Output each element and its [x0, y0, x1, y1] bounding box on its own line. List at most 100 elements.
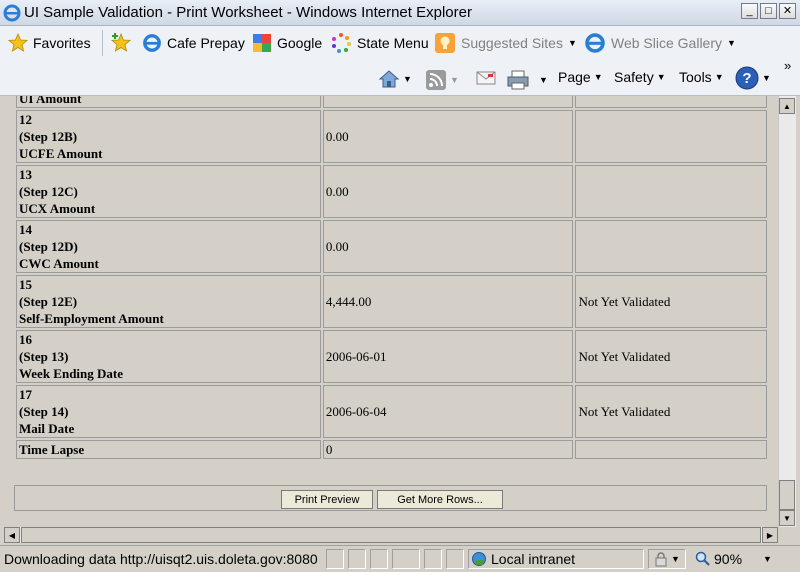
protected-mode-button[interactable]: ▼: [648, 549, 686, 569]
print-button[interactable]: ▼: [506, 69, 548, 91]
row-label-line: Self-Employment Amount: [19, 311, 164, 326]
chevron-down-icon: ▼: [539, 75, 548, 85]
row-label-line: 12: [19, 112, 32, 127]
row-label-line: UCFE Amount: [19, 146, 103, 161]
zoom-level: 90%: [714, 551, 743, 567]
page-menu[interactable]: Page ▼: [558, 69, 603, 85]
fav-link-state-menu[interactable]: State Menu: [330, 33, 429, 53]
fav-link-web-slice-gallery[interactable]: Web Slice Gallery ▼: [584, 33, 736, 53]
google-icon: [253, 34, 271, 52]
chevron-down-icon: ▼: [763, 554, 772, 564]
row-label-cell: 17 (Step 14) Mail Date: [16, 385, 321, 438]
safety-menu[interactable]: Safety ▼: [614, 69, 666, 85]
row-label-line: UCX Amount: [19, 201, 96, 216]
row-label-line: (Step 12D): [19, 239, 78, 254]
favorites-button[interactable]: Favorites: [8, 33, 91, 53]
chevron-down-icon: ▼: [714, 72, 724, 82]
add-favorite-button[interactable]: [110, 33, 132, 53]
table-row: 15 (Step 12E) Self-Employment Amount 4,444.…: [16, 275, 767, 328]
horizontal-scroll-thumb[interactable]: [21, 527, 761, 543]
favorites-bar: Favorites Cafe Prepay Google State Menu: [0, 26, 800, 60]
feeds-button[interactable]: ▼: [425, 69, 459, 91]
tools-menu[interactable]: Tools ▼: [679, 69, 724, 85]
overflow-chevron-icon[interactable]: »: [784, 58, 791, 73]
row-label-line: (Step 13): [19, 349, 69, 364]
zoom-magnifier-icon: [695, 551, 710, 566]
row-value-cell: 2006-06-04: [322, 385, 574, 438]
fav-link-cafe-prepay[interactable]: Cafe Prepay: [142, 33, 245, 53]
vertical-scrollbar[interactable]: ▲ ▼: [778, 96, 796, 527]
home-icon: [378, 70, 400, 88]
status-bar: Downloading data http://uisqt2.uis.dolet…: [0, 545, 800, 572]
row-label-line: CWC Amount: [19, 256, 99, 271]
fav-link-google[interactable]: Google: [252, 33, 322, 53]
fav-link-suggested-sites[interactable]: Suggested Sites ▼: [434, 33, 577, 53]
safety-menu-label: Safety: [614, 69, 654, 85]
row-value-cell: 0: [322, 440, 574, 459]
row-status-cell: [575, 110, 767, 163]
chevron-down-icon: ▼: [656, 72, 666, 82]
get-more-rows-button[interactable]: Get More Rows...: [377, 490, 503, 509]
scroll-left-button[interactable]: ◀: [4, 527, 20, 543]
row-value-cell: 0.00: [322, 110, 574, 163]
row-label-line: 13: [19, 167, 32, 182]
button-row: Print Preview Get More Rows...: [14, 485, 767, 511]
fav-link-label: Suggested Sites: [461, 35, 563, 51]
row-label-line: 15: [19, 277, 32, 292]
fav-link-label: Google: [277, 35, 323, 51]
suggested-sites-icon: [435, 33, 455, 53]
row-label-line: (Step 12C): [19, 184, 78, 199]
table-row: 13 (Step 12C) UCX Amount 0.00: [16, 165, 767, 218]
security-zone[interactable]: Local intranet: [468, 549, 644, 569]
row-status-cell: Not Yet Validated: [575, 330, 767, 383]
close-button[interactable]: ✕: [779, 3, 796, 19]
row-label-cell: 16 (Step 13) Week Ending Date: [16, 330, 321, 383]
print-preview-button[interactable]: Print Preview: [281, 490, 373, 509]
row-label-line: (Step 12B): [19, 129, 78, 144]
scroll-thumb[interactable]: [779, 480, 795, 510]
scroll-down-button[interactable]: ▼: [779, 510, 795, 526]
ie-icon: [143, 34, 161, 52]
help-icon: ?: [735, 66, 759, 90]
row-label-line: Week Ending Date: [19, 366, 124, 381]
row-status-cell: [575, 440, 767, 459]
chevron-down-icon: ▼: [567, 38, 577, 48]
command-bar: ▼ ▼ ▼ Page ▼ Safety ▼ Tools ▼ ? ▼ »: [0, 58, 800, 96]
row-label-cell: 12 (Step 12B) UCFE Amount: [16, 110, 321, 163]
page-menu-label: Page: [558, 69, 591, 85]
row-label-cell: 13 (Step 12C) UCX Amount: [16, 165, 321, 218]
table-row: 17 (Step 14) Mail Date 2006-06-04 Not Yet Va…: [16, 385, 767, 438]
page-content: UI Amount 12 (Step 12B) UCFE Amount 0.00 13 (S…: [4, 96, 778, 524]
zone-label: Local intranet: [491, 551, 576, 567]
read-mail-button[interactable]: [475, 69, 497, 87]
row-label-line: 16: [19, 332, 32, 347]
rss-feed-icon: [426, 70, 446, 90]
fav-link-label: Cafe Prepay: [167, 35, 245, 51]
maximize-button[interactable]: □: [760, 3, 777, 19]
row-value-cell: 2006-06-01: [322, 330, 574, 383]
scroll-right-button[interactable]: ▶: [762, 527, 778, 543]
row-label-line: UI Amount: [19, 96, 82, 106]
scroll-up-button[interactable]: ▲: [779, 98, 795, 114]
star-icon: [8, 33, 28, 52]
row-status-cell: Not Yet Validated: [575, 385, 767, 438]
row-status-cell: [575, 220, 767, 273]
home-button[interactable]: ▼: [378, 69, 412, 89]
status-text: Downloading data http://uisqt2.uis.dolet…: [4, 551, 318, 567]
row-status-cell: Not Yet Validated: [575, 275, 767, 328]
row-label-line: (Step 12E): [19, 294, 78, 309]
help-button[interactable]: ? ▼: [735, 66, 771, 90]
row-value-cell: 0.00: [322, 165, 574, 218]
minimize-button[interactable]: _: [741, 3, 758, 19]
svg-text:?: ?: [742, 70, 751, 87]
row-status-cell: [575, 96, 767, 108]
chevron-down-icon: ▼: [403, 74, 412, 84]
worksheet-table: UI Amount 12 (Step 12B) UCFE Amount 0.00 13 (S…: [14, 96, 769, 461]
zoom-control[interactable]: 90% ▼: [690, 549, 786, 569]
chevron-down-icon: ▼: [450, 75, 459, 85]
horizontal-scrollbar[interactable]: ◀ ▶: [4, 527, 778, 543]
ie-icon: [585, 33, 605, 53]
table-row: UI Amount: [16, 96, 767, 108]
row-value-cell: 0.00: [322, 220, 574, 273]
fav-link-label: State Menu: [357, 35, 429, 51]
